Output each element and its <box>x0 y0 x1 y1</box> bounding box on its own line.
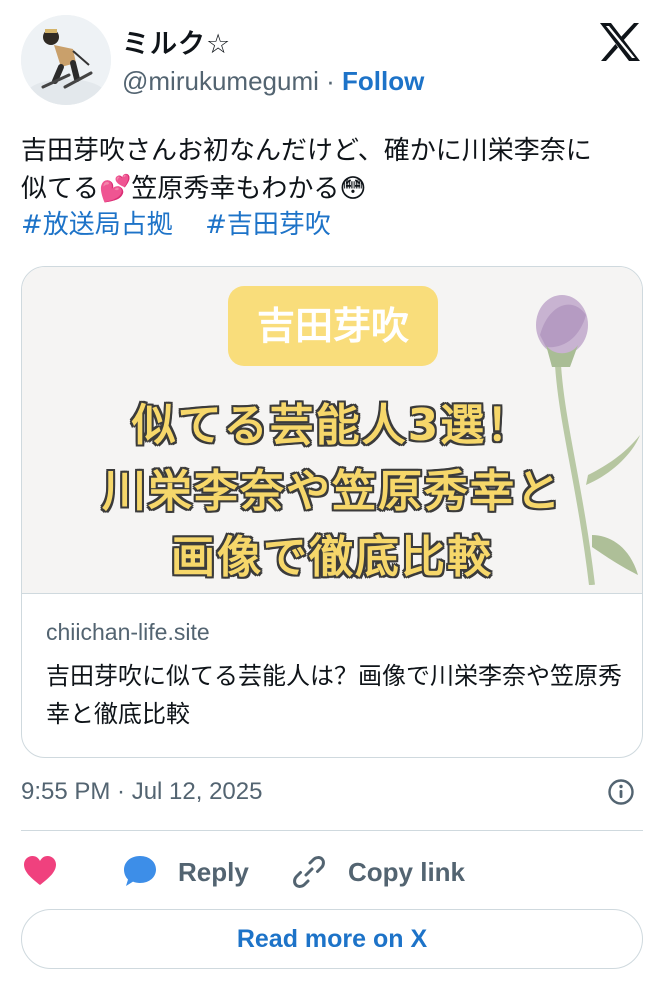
post-text-line-2: 似てる💕笠原秀幸もわかる😳 <box>21 170 651 208</box>
avatar[interactable] <box>21 15 111 105</box>
link-domain[interactable]: chiichan-life.site <box>46 619 210 646</box>
hashtag-link[interactable]: #放送局占拠 <box>21 210 173 240</box>
heart-icon[interactable] <box>23 855 57 887</box>
separator-dot: · <box>326 66 335 96</box>
author-display-name[interactable]: ミルク☆ <box>122 22 231 61</box>
post-timestamp[interactable]: 9:55 PM · Jul 12, 2025 <box>21 778 262 806</box>
follow-button[interactable]: Follow <box>342 66 424 96</box>
post-text: 吉田芽吹さんお初なんだけど、確かに川栄李奈に 似てる💕笠原秀幸もわかる😳 <box>21 132 651 208</box>
reply-button[interactable]: Reply <box>178 857 249 888</box>
hashtag-list: #放送局占拠 #吉田芽吹 <box>21 206 355 244</box>
hashtag-link[interactable]: #吉田芽吹 <box>205 210 331 240</box>
preview-headline-line: 画像で徹底比較 <box>171 532 493 583</box>
copy-link-button[interactable]: Copy link <box>348 857 465 888</box>
x-logo-icon[interactable] <box>598 22 642 62</box>
title-pill-text: 吉田芽吹 <box>256 304 409 348</box>
read-more-button[interactable]: Read more on X <box>21 909 643 969</box>
author-handle-row: @mirukumegumi · Follow <box>122 66 424 97</box>
link-preview-card[interactable]: 吉田芽吹 似てる芸能人3選！ 川栄李奈や笠原秀幸と 画像で徹底比較 chiich… <box>21 266 643 758</box>
post-text-segment: 笠原秀幸もわかる <box>131 174 340 204</box>
avatar-skier-image <box>21 15 111 105</box>
flushed-emoji: 😳 <box>339 174 367 204</box>
preview-headline-line: 川栄李奈や笠原秀幸と <box>102 466 562 517</box>
preview-headline-line: 似てる芸能人3選！ <box>131 400 533 451</box>
post-text-line-1: 吉田芽吹さんお初なんだけど、確かに川栄李奈に <box>21 136 592 166</box>
embedded-post-card: ミルク☆ @mirukumegumi · Follow 吉田芽吹さんお初なんだけ… <box>0 0 660 1004</box>
hearts-emoji: 💕 <box>99 174 132 204</box>
link-description[interactable]: 吉田芽吹に似てる芸能人は？画像で川栄李奈や笠原秀幸と徹底比較 <box>46 657 626 733</box>
link-preview-image[interactable]: 吉田芽吹 似てる芸能人3選！ 川栄李奈や笠原秀幸と 画像で徹底比較 <box>22 267 642 594</box>
divider <box>21 830 643 831</box>
info-icon[interactable] <box>607 778 635 806</box>
link-icon[interactable] <box>291 854 327 890</box>
author-handle[interactable]: @mirukumegumi <box>122 66 319 96</box>
reply-icon[interactable] <box>122 854 158 888</box>
post-text-segment: 似てる <box>21 174 100 204</box>
